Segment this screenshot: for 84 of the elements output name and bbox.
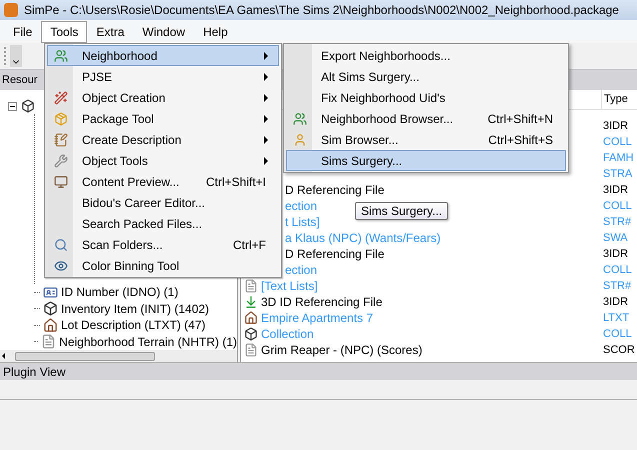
type-cell-text: 3IDR	[602, 182, 630, 198]
horizontal-scrollbar[interactable]	[0, 350, 237, 362]
tree-toggle[interactable]	[8, 102, 17, 110]
people-icon	[293, 112, 307, 126]
menu-bar-item[interactable]: Extra	[87, 20, 134, 42]
shortcut-text: Ctrl+F	[233, 236, 267, 254]
list-cell-text: D Referencing File	[285, 246, 384, 263]
menu-bar-item[interactable]: File	[4, 20, 42, 42]
list-cell-text: Empire Apartments 7	[261, 310, 374, 327]
menu-bar-item[interactable]: Tools	[41, 20, 88, 42]
type-cell-text: COLL	[602, 326, 633, 342]
menu-item[interactable]: Fix Neighborhood Uid's	[286, 87, 566, 108]
list-cell-text: D Referencing File	[285, 182, 384, 199]
id-card-icon	[43, 284, 58, 300]
tooltip: Sims Surgery...	[355, 202, 448, 220]
menu-item[interactable]: Neighborhood	[47, 45, 279, 66]
type-cell-text: FAMH	[602, 150, 635, 166]
column-header[interactable]: Type	[601, 90, 637, 109]
type-cell-text: STRA	[602, 166, 634, 182]
menu-item[interactable]: Export Neighborhoods...	[286, 45, 566, 66]
menu-item[interactable]: Neighborhood Browser... Ctrl+Shift+N	[286, 108, 566, 129]
cube-icon	[21, 99, 35, 113]
menu-item[interactable]: Create Description	[47, 129, 279, 150]
type-cell-text: SCOR	[602, 342, 636, 358]
toolbar-overflow-button[interactable]	[10, 45, 22, 67]
type-cell-text: COLL	[602, 198, 633, 214]
menu-item[interactable]: Content Preview... Ctrl+Shift+I	[47, 171, 279, 192]
app-logo-icon	[4, 3, 18, 17]
type-cell-text: SWA	[602, 230, 629, 246]
eye-icon	[54, 258, 68, 272]
menu-item[interactable]: Alt Sims Surgery...	[286, 66, 566, 87]
list-cell-text: 3D ID Referencing File	[261, 294, 382, 311]
window-title: SimPe - C:\Users\Rosie\Documents\EA Games\The Sims 2\Neighborhoods\N002\N002_Neighborhood.package	[24, 2, 619, 19]
shortcut-text: Ctrl+Shift+N	[488, 110, 554, 128]
tree-item[interactable]: Inventory Item (INIT) (1402)	[61, 300, 210, 318]
type-cell-text: STR#	[602, 278, 632, 294]
list-cell-text: [Text Lists]	[261, 278, 318, 295]
type-cell-text: 3IDR	[602, 118, 630, 134]
notepad-icon	[54, 132, 68, 146]
list-cell-text: ection	[285, 198, 318, 215]
menu-item[interactable]: Search Packed Files...	[47, 213, 279, 234]
menu-item[interactable]: Package Tool	[47, 108, 279, 129]
shortcut-text: Ctrl+Shift+I	[206, 174, 267, 190]
menu-item[interactable]: Scan Folders... Ctrl+F	[47, 234, 279, 255]
wrench-icon	[54, 154, 68, 168]
list-cell-text: t Lists]	[285, 214, 320, 231]
cube-icon	[43, 301, 58, 316]
type-cell-text: COLL	[602, 262, 633, 278]
menu-item[interactable]: Object Tools	[47, 150, 279, 171]
tree-item[interactable]: Lot Description (LTXT) (47)	[61, 316, 206, 334]
toolbar-grip	[4, 47, 7, 65]
document-icon	[41, 334, 56, 350]
tree-item[interactable]: ID Number (IDNO) (1)	[61, 283, 178, 302]
house-icon	[43, 318, 58, 333]
cube-icon	[244, 327, 258, 341]
type-cell-text: STR#	[602, 214, 632, 230]
pane-header: Plugin View	[0, 362, 637, 380]
type-cell-text: COLL	[602, 134, 633, 150]
type-cell-text: LTXT	[602, 310, 630, 326]
list-cell-text: ection	[285, 262, 318, 279]
menu-bar-item[interactable]: Help	[194, 20, 237, 42]
monitor-icon	[54, 174, 68, 188]
menu-item[interactable]: Bidou's Career Editor...	[47, 192, 279, 213]
person-icon	[293, 132, 307, 146]
menu-item[interactable]: Sims Surgery...	[286, 150, 566, 171]
type-cell-text: 3IDR	[602, 294, 630, 310]
scrollbar-thumb[interactable]	[15, 352, 155, 360]
people-icon	[54, 48, 68, 62]
shortcut-text: Ctrl+Shift+S	[488, 132, 554, 148]
search-icon	[54, 238, 68, 252]
menu-item[interactable]: Color Binning Tool	[47, 255, 279, 276]
list-cell-text: Grim Reaper - (NPC) (Scores)	[261, 342, 422, 359]
list-cell-text: Collection	[261, 326, 314, 343]
tree-item[interactable]: Neighborhood Terrain (NHTR) (1)	[59, 332, 237, 350]
type-cell-text: 3IDR	[602, 246, 630, 262]
list-cell-text: a Klaus (NPC) (Wants/Fears)	[285, 230, 441, 247]
package-icon	[54, 112, 68, 126]
down-arrow-icon	[244, 295, 258, 309]
menu-item[interactable]: Object Creation	[47, 87, 279, 108]
menu-item[interactable]: Sim Browser... Ctrl+Shift+S	[286, 129, 566, 150]
menu-bar-item[interactable]: Window	[133, 20, 194, 42]
document-icon	[244, 343, 258, 357]
house-icon	[244, 311, 258, 325]
wand-icon	[54, 90, 68, 104]
